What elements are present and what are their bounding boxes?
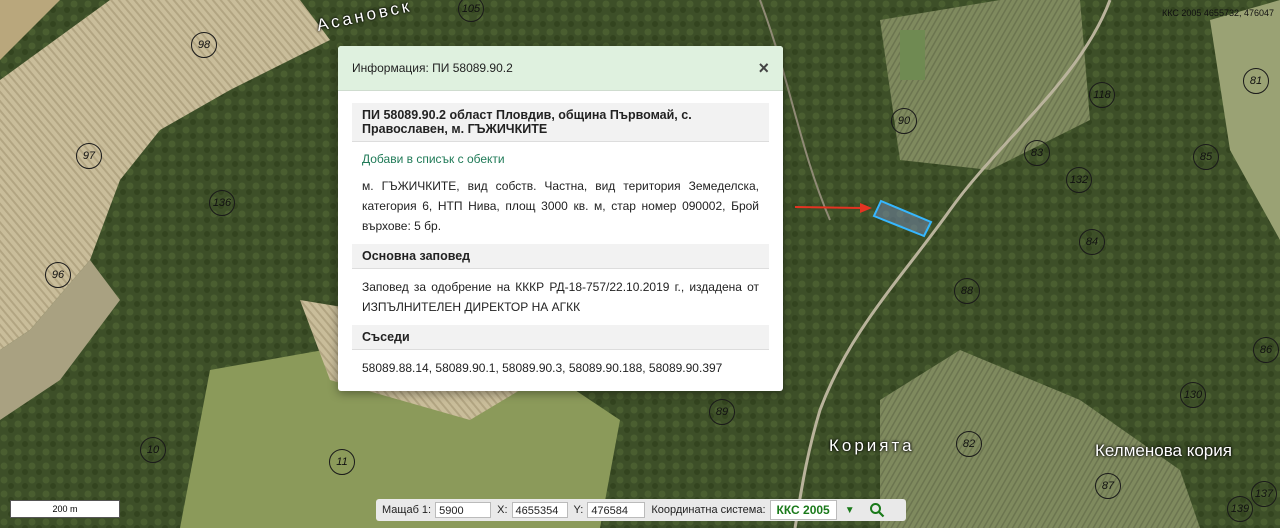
add-to-list-link[interactable]: Добави в списък с обекти: [352, 142, 769, 168]
parcel-label: 96: [45, 262, 71, 288]
parcel-label: 136: [209, 190, 235, 216]
crs-label: Координатна система:: [651, 504, 766, 516]
parcel-label: 11: [329, 449, 355, 475]
y-input[interactable]: 476584: [587, 502, 646, 518]
parcel-label: 84: [1079, 229, 1105, 255]
parcel-label: 98: [191, 32, 217, 58]
scale-label: Мащаб 1:: [382, 504, 432, 516]
parcel-label: 83: [1024, 140, 1050, 166]
search-icon[interactable]: [863, 502, 891, 518]
parcel-label: 90: [891, 108, 917, 134]
y-label: Y:: [573, 504, 584, 516]
parcel-heading: ПИ 58089.90.2 област Пловдив, община Пър…: [352, 103, 769, 142]
dialog-header: Информация: ПИ 58089.90.2 ×: [338, 46, 783, 91]
dialog-title: Информация: ПИ 58089.90.2: [352, 61, 513, 75]
parcel-label: 130: [1180, 382, 1206, 408]
parcel-label: 89: [709, 399, 735, 425]
parcel-info-dialog: Информация: ПИ 58089.90.2 × ПИ 58089.90.…: [338, 46, 783, 391]
parcel-label: 10: [140, 437, 166, 463]
parcel-label: 118: [1089, 82, 1115, 108]
parcel-label: 88: [954, 278, 980, 304]
parcel-label: 82: [956, 431, 982, 457]
parcel-label: 97: [76, 143, 102, 169]
order-heading: Основна заповед: [352, 244, 769, 269]
parcel-label: 86: [1253, 337, 1279, 363]
parcel-label: 85: [1193, 144, 1219, 170]
neighbors-heading: Съседи: [352, 325, 769, 350]
coordinate-readout: ККС 2005 4655732, 476047: [1162, 8, 1274, 18]
dialog-body: ПИ 58089.90.2 област Пловдив, община Пър…: [338, 91, 783, 386]
pointer-arrow-line: [794, 206, 863, 209]
scale-input[interactable]: 5900: [435, 502, 492, 518]
place-name: Корията: [829, 436, 915, 455]
order-text: Заповед за одобрение на КККР РД-18-757/2…: [362, 280, 759, 314]
parcel-details: м. ГЪЖИЧКИТЕ, вид собств. Частна, вид те…: [362, 179, 759, 233]
neighbors-text: 58089.88.14, 58089.90.1, 58089.90.3, 580…: [362, 361, 723, 375]
parcel-label: 139: [1227, 496, 1253, 522]
parcel-label: 81: [1243, 68, 1269, 94]
parcel-label: 132: [1066, 167, 1092, 193]
x-label: X:: [497, 504, 508, 516]
parcel-label: 87: [1095, 473, 1121, 499]
parcel-label: 137: [1251, 481, 1277, 507]
close-icon[interactable]: ×: [758, 58, 769, 79]
coordinate-toolbar: Мащаб 1: 5900 X: 4655354 Y: 476584 Коорд…: [376, 499, 906, 521]
chevron-down-icon[interactable]: ▼: [837, 505, 863, 516]
x-input[interactable]: 4655354: [511, 502, 568, 518]
crs-select[interactable]: ККС 2005: [769, 500, 837, 520]
scale-bar: 200 m: [10, 500, 120, 518]
place-name: Келменова кория: [1095, 441, 1232, 460]
